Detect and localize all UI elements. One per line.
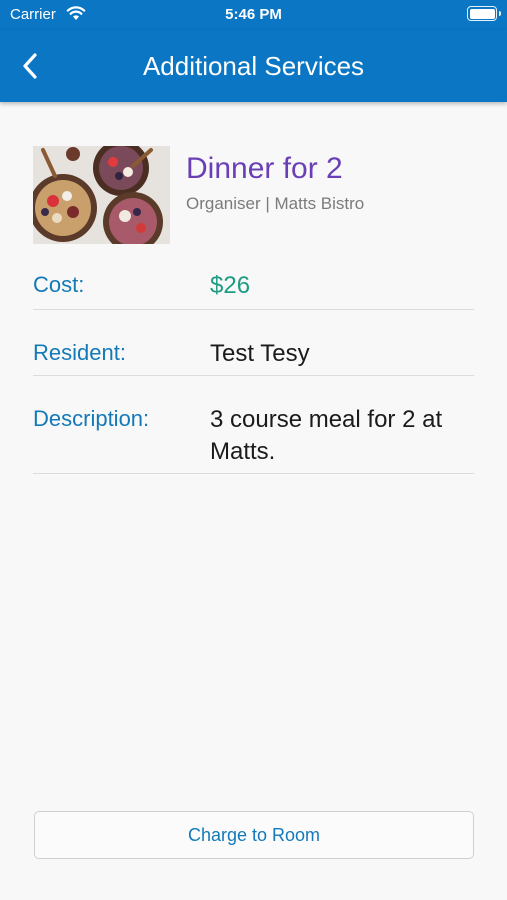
- resident-label: Resident:: [33, 340, 126, 365]
- charge-to-room-button[interactable]: Charge to Room: [34, 811, 474, 859]
- description-label: Description:: [33, 406, 150, 431]
- battery-icon: [467, 6, 501, 21]
- page-title: Additional Services: [142, 51, 365, 81]
- nav-bar: Additional Services: [0, 30, 507, 102]
- food-photo: [33, 146, 170, 244]
- description-value: 3 course meal for 2 at Matts.: [210, 406, 443, 465]
- status-time: 5:46 PM: [225, 6, 282, 23]
- resident-value: Test Tesy: [210, 340, 310, 367]
- service-title: Dinner for 2: [186, 152, 343, 185]
- service-header: Dinner for 2 Organiser | Matts Bistro: [33, 146, 474, 244]
- cost-label: Cost:: [33, 272, 85, 297]
- service-organiser: Organiser | Matts Bistro: [186, 194, 365, 213]
- status-bar: Carrier 5:46 PM: [0, 0, 507, 30]
- service-detail: Dinner for 2 Organiser | Matts Bistro Co…: [33, 146, 474, 474]
- cost-value: $26: [210, 272, 251, 299]
- description-row: Description: 3 course meal for 2 at Matt…: [33, 376, 474, 474]
- resident-row: Resident: Test Tesy: [33, 310, 474, 376]
- cost-row: Cost: $26: [33, 244, 474, 310]
